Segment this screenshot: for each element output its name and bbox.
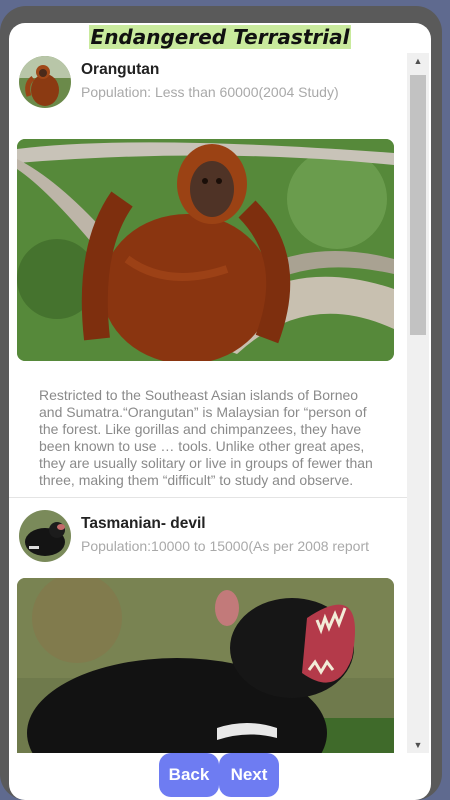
orangutan-avatar	[19, 56, 71, 108]
orangutan-photo	[17, 139, 394, 361]
scroll-up-icon[interactable]: ▲	[407, 53, 429, 69]
page-title-text: Endangered Terrastrial	[88, 25, 352, 49]
animal-population: Population: Less than 60000(2004 Study)	[81, 84, 339, 100]
list-item-tasmanian-devil[interactable]: Tasmanian- devil Population:10000 to 150…	[9, 507, 409, 567]
list-scrollbar[interactable]: ▲ ▼	[407, 53, 429, 753]
device-background: Endangered Terrastrial Orangutan Populat…	[0, 0, 450, 800]
animal-population: Population:10000 to 15000(As per 2008 re…	[81, 538, 369, 554]
scrollbar-thumb[interactable]	[410, 75, 426, 335]
scroll-down-icon[interactable]: ▼	[407, 737, 429, 753]
item-divider	[9, 497, 409, 498]
animal-name: Tasmanian- devil	[81, 515, 206, 532]
tasmanian-devil-avatar	[19, 510, 71, 562]
tasmanian-devil-photo	[17, 578, 394, 753]
page-title: Endangered Terrastrial	[9, 25, 431, 49]
app-screen: Endangered Terrastrial Orangutan Populat…	[9, 23, 431, 800]
animal-list[interactable]: Orangutan Population: Less than 60000(20…	[9, 53, 409, 753]
animal-description: Restricted to the Southeast Asian island…	[39, 387, 373, 488]
back-button[interactable]: Back	[159, 753, 219, 797]
device-frame: Endangered Terrastrial Orangutan Populat…	[0, 6, 442, 800]
animal-name: Orangutan	[81, 61, 160, 78]
list-item-orangutan[interactable]: Orangutan Population: Less than 60000(20…	[9, 53, 409, 113]
next-button[interactable]: Next	[219, 753, 279, 797]
